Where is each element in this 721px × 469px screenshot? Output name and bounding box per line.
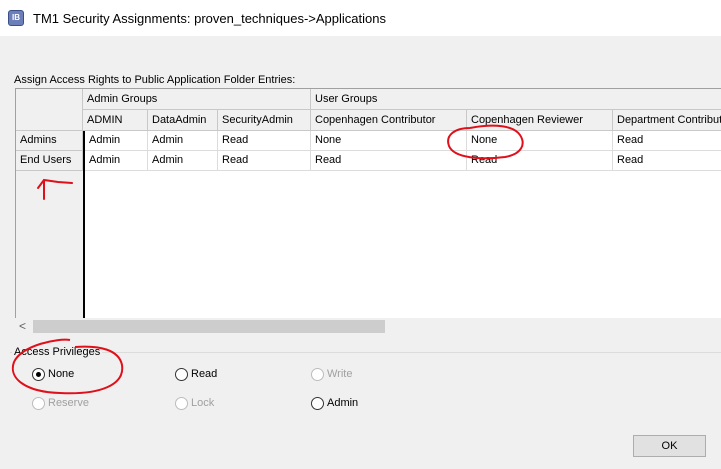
ok-button[interactable]: OK: [633, 435, 706, 457]
scroll-thumb[interactable]: [33, 320, 385, 333]
column-header[interactable]: Copenhagen Reviewer: [467, 110, 613, 131]
scroll-left-arrow-icon[interactable]: <: [19, 319, 26, 333]
window-title: TM1 Security Assignments: proven_techniq…: [33, 11, 386, 26]
column-header[interactable]: ADMIN: [83, 110, 148, 131]
column-header[interactable]: SecurityAdmin: [218, 110, 311, 131]
grid-cell[interactable]: Read: [218, 151, 311, 171]
grid-cell[interactable]: Admin: [148, 131, 218, 151]
tm1-app-icon: IB: [8, 10, 24, 26]
column-header[interactable]: Copenhagen Contributor: [311, 110, 467, 131]
radio-unchecked-icon: [311, 367, 324, 381]
radio-write: Write: [311, 367, 352, 383]
group-header-user: User Groups: [311, 89, 721, 110]
grid-cell[interactable]: Read: [613, 151, 721, 171]
group-header-admin: Admin Groups: [83, 89, 311, 110]
grid-cell[interactable]: Admin: [85, 131, 148, 151]
grid-cell[interactable]: Read: [311, 151, 467, 171]
security-grid[interactable]: Admin Groups User Groups ADMIN DataAdmin…: [15, 88, 721, 318]
row-header-empty: [16, 171, 83, 318]
radio-unchecked-icon: [32, 396, 45, 410]
access-privileges-title: Access Privileges: [12, 346, 103, 358]
section-label: Assign Access Rights to Public Applicati…: [14, 74, 296, 86]
grid-cell[interactable]: Admin: [85, 151, 148, 171]
radio-lock: Lock: [175, 396, 214, 412]
grid-cell[interactable]: Read: [613, 131, 721, 151]
radio-checked-icon[interactable]: [32, 367, 45, 381]
radio-unchecked-icon: [175, 396, 188, 410]
access-privileges-panel: [10, 352, 721, 422]
radio-reserve: Reserve: [32, 396, 89, 412]
grid-cell[interactable]: None: [311, 131, 467, 151]
grid-corner: [16, 89, 83, 131]
radio-read[interactable]: Read: [175, 367, 217, 383]
horizontal-scrollbar[interactable]: <: [15, 318, 721, 335]
radio-unchecked-icon[interactable]: [311, 396, 324, 410]
row-header-end-users[interactable]: End Users: [16, 151, 83, 171]
grid-cell[interactable]: Read: [467, 151, 613, 171]
title-bar: IB TM1 Security Assignments: proven_tech…: [0, 0, 721, 36]
row-header-admins[interactable]: Admins: [16, 131, 83, 151]
grid-cell[interactable]: None: [467, 131, 613, 151]
radio-unchecked-icon[interactable]: [175, 367, 188, 381]
column-header[interactable]: DataAdmin: [148, 110, 218, 131]
grid-cell[interactable]: Admin: [148, 151, 218, 171]
radio-none[interactable]: None: [32, 367, 74, 383]
radio-admin[interactable]: Admin: [311, 396, 358, 412]
column-header[interactable]: Department Contribut: [613, 110, 721, 131]
grid-cell[interactable]: Read: [218, 131, 311, 151]
